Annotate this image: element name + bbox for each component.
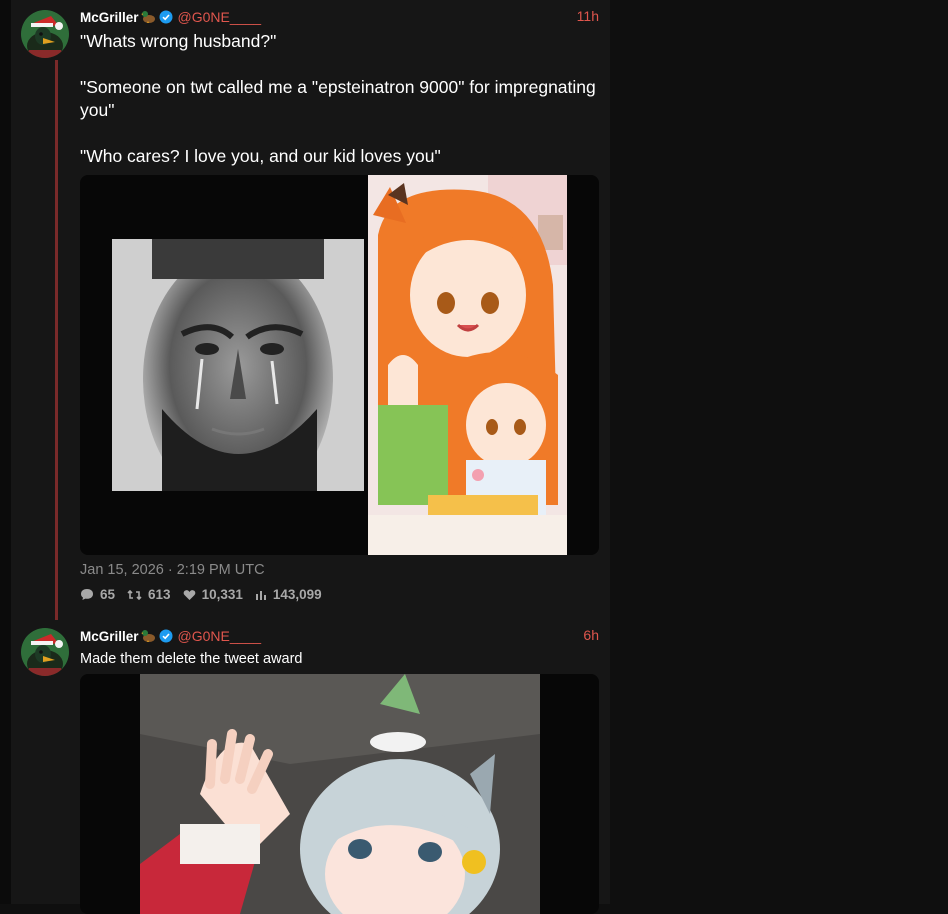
timeline-column: McGriller @G0NE____ 11h "Whats wrong hus…	[11, 0, 610, 914]
tweet-header: McGriller @G0NE____	[80, 627, 261, 645]
author-name[interactable]: McGriller	[80, 629, 139, 644]
verified-badge-icon	[159, 629, 173, 643]
author-name[interactable]: McGriller	[80, 10, 139, 25]
tweet-header: McGriller @G0NE____	[80, 8, 261, 26]
tweet-text: Made them delete the tweet award	[80, 651, 303, 667]
tweet-media[interactable]	[80, 175, 599, 555]
anime-mother-child-illustration[interactable]	[368, 175, 567, 555]
tweet-time[interactable]: 6h	[559, 627, 599, 643]
crying-man-photo[interactable]	[112, 239, 364, 509]
tweet-time[interactable]: 11h	[559, 8, 599, 24]
avatar[interactable]	[21, 10, 69, 58]
comment-icon	[81, 589, 93, 600]
left-gutter	[0, 0, 11, 904]
thread-connector-line	[55, 60, 58, 620]
tweet-stats: 65 613 10,331 143,099	[80, 587, 334, 602]
retweet-icon	[127, 589, 142, 600]
tweet-date[interactable]: Jan 15, 2026 · 2:19 PM UTC	[80, 562, 265, 578]
right-empty-area	[610, 0, 948, 904]
views-count: 143,099	[272, 587, 322, 602]
avatar[interactable]	[21, 628, 69, 676]
heart-icon	[183, 589, 195, 600]
verified-badge-icon	[159, 10, 173, 24]
like-stat[interactable]: 10,331	[183, 587, 243, 602]
bar-chart-icon	[255, 591, 266, 600]
reply-stat[interactable]: 65	[80, 587, 115, 602]
reply-count: 65	[100, 587, 116, 602]
retweet-count: 613	[148, 587, 171, 602]
author-handle[interactable]: @G0NE____	[178, 9, 261, 25]
author-handle[interactable]: @G0NE____	[178, 628, 261, 644]
views-stat[interactable]: 143,099	[255, 587, 322, 602]
like-count: 10,331	[201, 587, 243, 602]
duck-icon	[140, 10, 156, 24]
anime-horse-girl-waving[interactable]	[140, 674, 540, 914]
retweet-stat[interactable]: 613	[127, 587, 171, 602]
tweet-text: "Whats wrong husband?" "Someone on twt c…	[80, 31, 596, 166]
duck-icon	[140, 629, 156, 643]
tweet-media[interactable]	[80, 674, 599, 914]
